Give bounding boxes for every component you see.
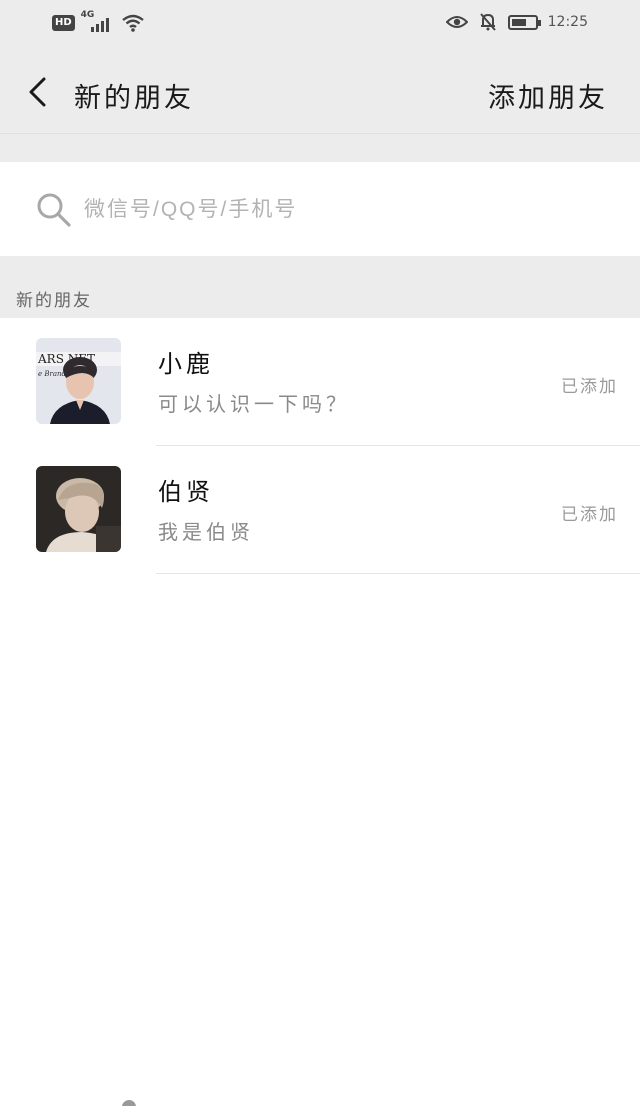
- search-icon: [37, 193, 71, 227]
- friend-message: 可以认识一下吗？: [158, 392, 350, 416]
- status-left: HD 4G: [52, 10, 145, 34]
- wifi-icon: [121, 14, 144, 32]
- search-input[interactable]: [84, 192, 604, 228]
- svg-text:e Brand: e Brand: [38, 370, 67, 378]
- eye-icon: [445, 16, 468, 28]
- search-bar[interactable]: [0, 162, 640, 256]
- chevron-left-icon[interactable]: [24, 74, 52, 110]
- divider: [156, 573, 640, 574]
- friend-name: 伯贤: [158, 478, 214, 506]
- section-title: 新的朋友: [16, 291, 92, 311]
- add-friend-button[interactable]: 添加朋友: [488, 76, 608, 115]
- page-title: 新的朋友: [74, 83, 194, 114]
- avatar[interactable]: ARS NET e Brand: [36, 338, 121, 424]
- top-area: HD 4G 12:25 新的朋友 添加朋友: [0, 0, 640, 134]
- added-status: 已添加: [561, 505, 618, 525]
- friend-row[interactable]: 伯贤 我是伯贤 已添加: [0, 446, 640, 574]
- status-time: 12:25: [547, 14, 588, 30]
- added-status: 已添加: [561, 377, 618, 397]
- section-header: 新的朋友: [0, 256, 640, 318]
- spacer: [0, 134, 640, 162]
- friend-row[interactable]: ARS NET e Brand 小鹿 可以认识一下吗？ 已添加: [0, 318, 640, 446]
- battery-icon: [507, 14, 541, 30]
- scroll-indicator: [122, 1100, 136, 1106]
- friend-list: ARS NET e Brand 小鹿 可以认识一下吗？ 已添加 伯贤 我是伯贤 …: [0, 318, 640, 574]
- nav-bar: 新的朋友 添加朋友: [0, 58, 640, 128]
- status-right: 12:25: [445, 12, 588, 32]
- hd-badge: HD: [52, 15, 75, 31]
- status-bar: HD 4G 12:25: [0, 0, 640, 48]
- friend-message: 我是伯贤: [158, 520, 254, 544]
- signal-icon: 4G: [81, 10, 115, 34]
- avatar[interactable]: [36, 466, 121, 552]
- bell-off-icon: [479, 13, 496, 31]
- friend-name: 小鹿: [158, 350, 214, 378]
